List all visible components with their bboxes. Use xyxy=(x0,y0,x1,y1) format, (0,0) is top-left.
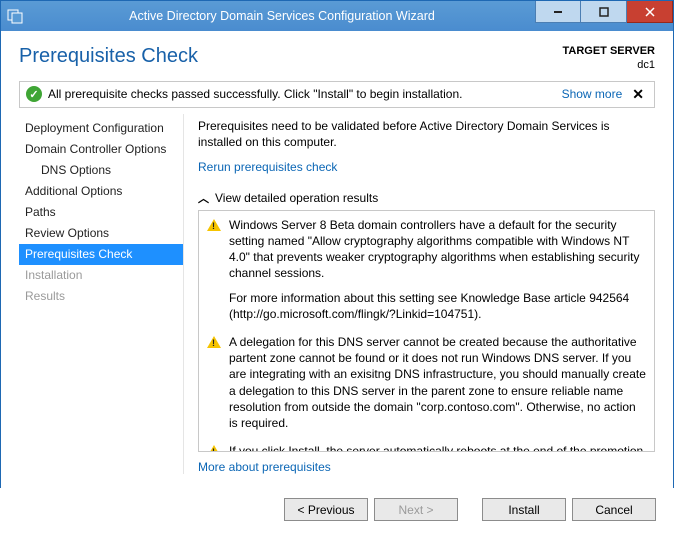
nav-item[interactable]: Deployment Configuration xyxy=(19,118,183,139)
chevron-up-icon: ︿ xyxy=(198,190,209,206)
status-text: All prerequisite checks passed successfu… xyxy=(48,87,556,101)
maximize-button[interactable] xyxy=(581,1,627,23)
minimize-button[interactable] xyxy=(535,1,581,23)
nav-item: Results xyxy=(19,286,183,307)
page-title: Prerequisites Check xyxy=(19,45,198,68)
more-about-link[interactable]: More about prerequisites xyxy=(198,460,655,474)
result-item: Windows Server 8 Beta domain controllers… xyxy=(207,217,646,322)
warning-icon xyxy=(207,336,221,348)
result-text: A delegation for this DNS server cannot … xyxy=(229,334,646,431)
app-icon xyxy=(1,1,29,31)
wizard-nav: Deployment ConfigurationDomain Controlle… xyxy=(19,114,184,474)
nav-item[interactable]: Additional Options xyxy=(19,181,183,202)
result-item: If you click Install, the server automat… xyxy=(207,443,646,451)
expander-label: View detailed operation results xyxy=(215,191,378,205)
page-header: Prerequisites Check TARGET SERVER dc1 xyxy=(1,31,673,81)
intro-text: Prerequisites need to be validated befor… xyxy=(198,118,655,150)
success-icon: ✓ xyxy=(26,86,42,102)
install-button[interactable]: Install xyxy=(482,498,566,521)
result-text: If you click Install, the server automat… xyxy=(229,443,646,451)
show-more-link[interactable]: Show more xyxy=(562,87,623,101)
target-server-block: TARGET SERVER dc1 xyxy=(563,45,656,73)
result-item: A delegation for this DNS server cannot … xyxy=(207,334,646,431)
rerun-link[interactable]: Rerun prerequisites check xyxy=(198,160,655,174)
results-box: Windows Server 8 Beta domain controllers… xyxy=(198,210,655,452)
target-server-label: TARGET SERVER xyxy=(563,45,656,59)
nav-item[interactable]: Paths xyxy=(19,202,183,223)
nav-item[interactable]: Domain Controller Options xyxy=(19,139,183,160)
nav-item[interactable]: Prerequisites Check xyxy=(19,244,183,265)
cancel-button[interactable]: Cancel xyxy=(572,498,656,521)
target-server-value: dc1 xyxy=(563,59,656,73)
dismiss-banner-button[interactable]: ✕ xyxy=(628,86,648,103)
results-expander[interactable]: ︿ View detailed operation results xyxy=(198,190,655,206)
nav-item[interactable]: Review Options xyxy=(19,223,183,244)
title-bar: Active Directory Domain Services Configu… xyxy=(1,1,673,31)
warning-icon xyxy=(207,445,221,451)
nav-item: Installation xyxy=(19,265,183,286)
nav-item[interactable]: DNS Options xyxy=(19,160,183,181)
content-pane: Prerequisites need to be validated befor… xyxy=(184,114,655,474)
wizard-footer: < Previous Next > Install Cancel xyxy=(0,488,674,535)
warning-icon xyxy=(207,219,221,231)
next-button: Next > xyxy=(374,498,458,521)
status-banner: ✓ All prerequisite checks passed success… xyxy=(19,81,655,108)
result-text: Windows Server 8 Beta domain controllers… xyxy=(229,217,646,322)
previous-button[interactable]: < Previous xyxy=(284,498,368,521)
window-title: Active Directory Domain Services Configu… xyxy=(29,9,535,23)
close-button[interactable] xyxy=(627,1,673,23)
